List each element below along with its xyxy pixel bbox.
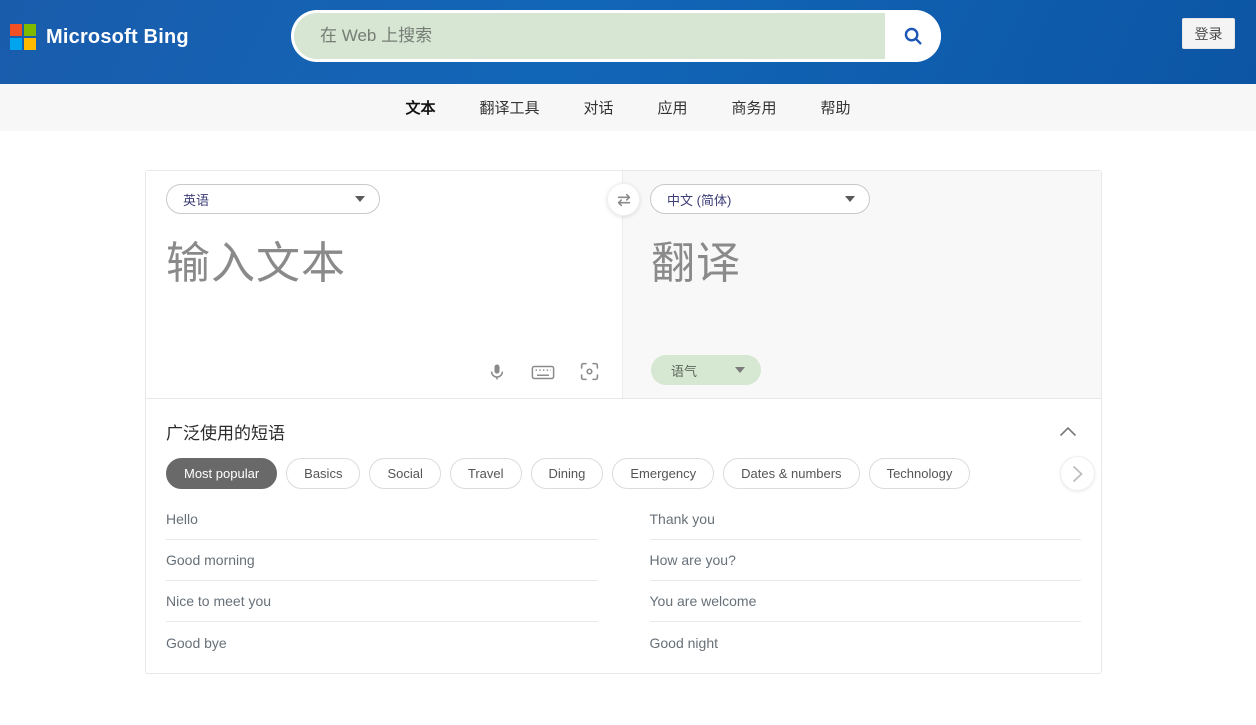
source-input-placeholder: 输入文本 bbox=[166, 239, 346, 288]
tab-conversation[interactable]: 对话 bbox=[583, 97, 613, 118]
translator-nav: 文本 翻译工具 对话 应用 商务用 帮助 bbox=[0, 84, 1256, 131]
categories-next-button[interactable] bbox=[1060, 456, 1095, 491]
tab-apps[interactable]: 应用 bbox=[658, 97, 688, 118]
input-tools bbox=[487, 361, 600, 382]
translator-card: 英语 输入文本 中文 (简体) 翻译 语气 广泛使用的短语 Most popul… bbox=[145, 170, 1102, 674]
phrase-item[interactable]: How are you? bbox=[649, 540, 1081, 581]
top-header: Microsoft Bing 登录 bbox=[0, 0, 1256, 84]
chevron-up-icon bbox=[1059, 426, 1077, 437]
category-basics[interactable]: Basics bbox=[286, 458, 361, 489]
search-input[interactable] bbox=[320, 26, 885, 46]
category-most-popular[interactable]: Most popular bbox=[166, 458, 278, 489]
chevron-right-icon bbox=[1072, 465, 1083, 482]
translator-panes: 英语 输入文本 中文 (简体) 翻译 语气 bbox=[146, 171, 1101, 399]
ocr-camera-icon[interactable] bbox=[579, 361, 600, 382]
phrase-item[interactable]: You are welcome bbox=[649, 581, 1081, 622]
target-language-dropdown[interactable]: 中文 (简体) bbox=[650, 184, 870, 214]
phrase-item[interactable]: Good morning bbox=[166, 540, 598, 581]
phrases-section: 广泛使用的短语 Most popular Basics Social Trave… bbox=[146, 399, 1101, 673]
phrase-item[interactable]: Hello bbox=[166, 499, 598, 540]
microsoft-logo-icon bbox=[10, 24, 37, 51]
category-dining[interactable]: Dining bbox=[530, 458, 604, 489]
target-pane: 中文 (简体) 翻译 语气 bbox=[623, 171, 1101, 398]
tab-help[interactable]: 帮助 bbox=[821, 97, 851, 118]
category-emergency[interactable]: Emergency bbox=[612, 458, 715, 489]
search-field-wrap bbox=[294, 13, 885, 59]
phrases-title: 广泛使用的短语 bbox=[166, 424, 285, 443]
tone-dropdown[interactable]: 语气 bbox=[651, 355, 761, 385]
phrase-item[interactable]: Good night bbox=[650, 622, 1082, 663]
search-icon bbox=[904, 27, 922, 45]
category-social[interactable]: Social bbox=[369, 458, 441, 489]
target-language-value: 中文 (简体) bbox=[667, 192, 732, 208]
collapse-phrases-button[interactable] bbox=[1055, 422, 1081, 441]
tone-label: 语气 bbox=[671, 363, 698, 379]
category-travel[interactable]: Travel bbox=[449, 458, 522, 489]
phrase-categories: Most popular Basics Social Travel Dining… bbox=[166, 456, 1095, 491]
web-search-bar bbox=[291, 10, 941, 62]
microphone-icon[interactable] bbox=[487, 362, 507, 382]
phrase-item[interactable]: Nice to meet you bbox=[166, 581, 598, 622]
translation-output-placeholder: 翻译 bbox=[651, 239, 741, 288]
bing-home-link[interactable]: Microsoft Bing bbox=[10, 24, 189, 51]
category-technology[interactable]: Technology bbox=[868, 458, 971, 489]
phrase-list: Hello Thank you Good morning How are you… bbox=[166, 499, 1081, 663]
brand-name: Microsoft Bing bbox=[46, 26, 189, 48]
phrase-item[interactable]: Good bye bbox=[166, 622, 598, 663]
tab-business[interactable]: 商务用 bbox=[732, 97, 777, 118]
keyboard-icon[interactable] bbox=[531, 362, 555, 382]
search-button[interactable] bbox=[885, 10, 941, 62]
chevron-down-icon bbox=[735, 367, 745, 373]
swap-languages-icon bbox=[617, 193, 630, 206]
category-dates-numbers[interactable]: Dates & numbers bbox=[723, 458, 860, 489]
sign-in-button[interactable]: 登录 bbox=[1182, 18, 1235, 49]
tab-text[interactable]: 文本 bbox=[405, 97, 435, 118]
tab-translation-tools[interactable]: 翻译工具 bbox=[479, 97, 539, 118]
source-pane: 英语 输入文本 bbox=[146, 171, 623, 398]
phrase-item[interactable]: Thank you bbox=[649, 499, 1081, 540]
swap-languages-button[interactable] bbox=[607, 183, 640, 216]
chevron-down-icon bbox=[845, 196, 855, 202]
